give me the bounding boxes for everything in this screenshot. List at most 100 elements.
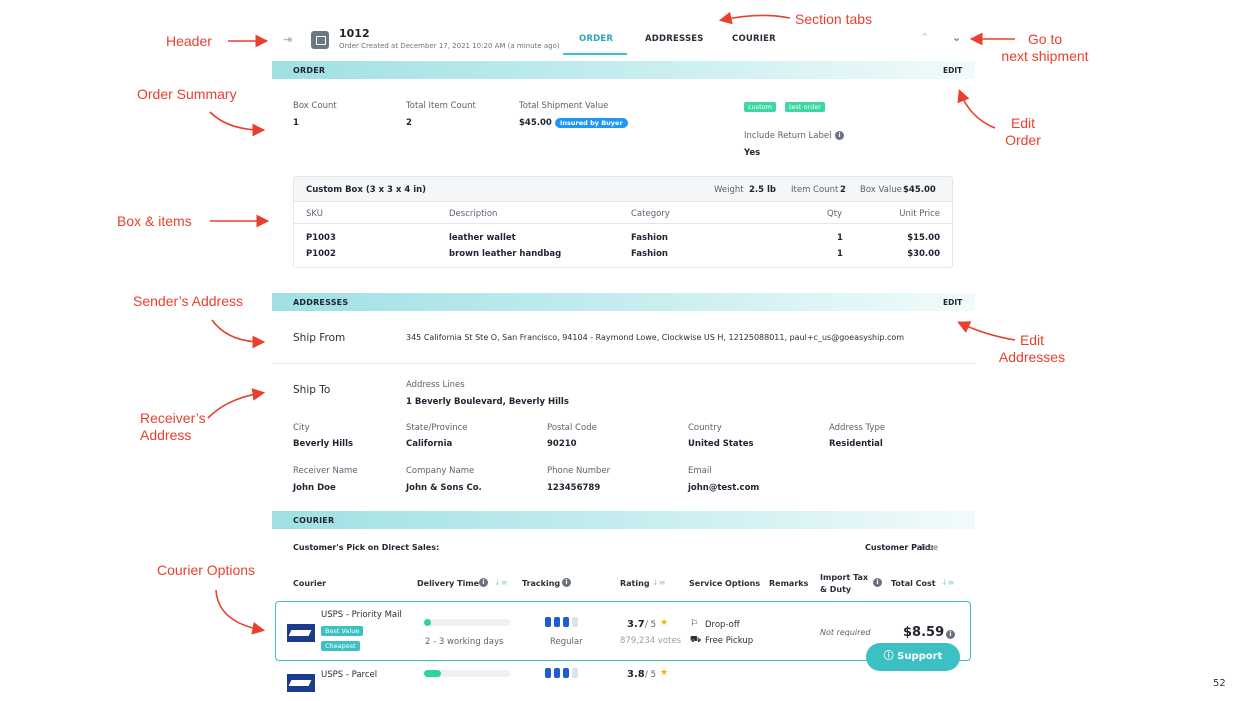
support-label: Support <box>897 651 943 662</box>
addresses-section-bar <box>272 293 975 311</box>
ship-from-address: 345 California St Ste O, San Francisco, … <box>406 333 905 342</box>
rating-max: / 5 <box>645 620 656 630</box>
order-tag: custom <box>744 102 776 112</box>
annotation-sender-address: Sender’s Address <box>133 293 243 309</box>
rating-value: 3.7 <box>627 619 645 630</box>
total-item-count-value: 2 <box>406 118 412 128</box>
tracking-segment <box>554 668 560 678</box>
customer-paid-value: Free <box>921 543 938 552</box>
box-count-label: Box Count <box>293 101 337 111</box>
column-category: Category <box>631 209 670 219</box>
customer-pick-label: Customer's Pick on Direct Sales: <box>293 543 440 552</box>
box-table-header <box>294 202 952 224</box>
column-unit-price: Unit Price <box>899 209 940 219</box>
tracking-segment <box>545 617 551 627</box>
column-service-options: Service Options <box>689 579 761 588</box>
delivery-time-bar <box>424 619 510 626</box>
chevron-down-icon[interactable]: ⌄ <box>952 31 961 44</box>
order-section-title: ORDER <box>293 66 326 75</box>
total-item-count-label: Total Item Count <box>406 101 476 111</box>
support-button[interactable]: ⓘ Support <box>866 643 960 671</box>
tab-order[interactable]: ORDER <box>579 34 613 44</box>
column-rating[interactable]: Rating <box>620 579 650 588</box>
state-label: State/Province <box>406 423 468 433</box>
courier-section-bar <box>272 511 975 529</box>
item-sku: P1003 <box>306 233 336 243</box>
country-value: United States <box>688 439 754 449</box>
info-icon[interactable]: i <box>873 578 882 587</box>
column-sku: SKU <box>306 209 323 219</box>
item-unit-price: $30.00 <box>907 249 940 259</box>
shipment-id: 1012 <box>339 27 370 40</box>
help-circle-icon: ⓘ <box>883 651 894 662</box>
service-drop-off: Drop-off <box>705 620 740 630</box>
tracking-segment <box>563 668 569 678</box>
item-category: Fashion <box>631 233 668 243</box>
address-type-value: Residential <box>829 439 883 449</box>
company-name-value: John & Sons Co. <box>406 483 482 493</box>
item-description: brown leather handbag <box>449 249 562 259</box>
receiver-name-label: Receiver Name <box>293 466 358 476</box>
delivery-time-bar-fill <box>424 619 431 626</box>
annotation-box-items: Box & items <box>117 213 192 229</box>
table-row: P1003 leather wallet Fashion 1 $15.00 <box>294 230 952 246</box>
sort-icon[interactable]: ↓≡ <box>941 578 954 587</box>
cheapest-tag: Cheapest <box>321 641 360 651</box>
delivery-time-text: 2 - 3 working days <box>425 637 504 647</box>
tracking-segment <box>572 668 578 678</box>
item-sku: P1002 <box>306 249 336 259</box>
sort-icon[interactable]: ↓≡ <box>494 578 507 587</box>
column-import-tax: Import Tax <box>820 573 869 582</box>
tracking-meter <box>545 668 585 678</box>
annotation-courier-options: Courier Options <box>157 562 256 578</box>
courier-name: USPS - Priority Mail <box>321 610 402 620</box>
return-label-label: Include Return Label <box>744 131 832 141</box>
courier-name: USPS - Parcel <box>321 670 378 680</box>
total-value: $45.00 <box>519 118 552 128</box>
return-label-value: Yes <box>744 148 761 158</box>
usps-logo <box>287 624 315 642</box>
annotation-section-tabs: Section tabs <box>795 11 873 27</box>
info-icon[interactable]: i <box>479 578 488 587</box>
column-description: Description <box>449 209 498 219</box>
addresses-section-title: ADDRESSES <box>293 298 349 307</box>
chevron-up-icon[interactable]: ⌃ <box>920 31 929 44</box>
info-icon[interactable]: i <box>835 131 844 140</box>
collapse-icon[interactable]: ⇥ <box>283 33 292 46</box>
item-description: leather wallet <box>449 233 516 243</box>
rating-value: 3.8 <box>627 669 645 680</box>
edit-addresses-button[interactable]: EDIT <box>943 298 962 307</box>
box-weight-label: Weight <box>714 185 744 195</box>
box-item-count-value: 2 <box>840 185 846 195</box>
star-icon: ★ <box>660 618 669 628</box>
rating-max: / 5 <box>645 670 656 680</box>
annotation-receiver-address: Receiver’s Address <box>140 410 206 443</box>
country-label: Country <box>688 423 722 433</box>
courier-section-title: COURIER <box>293 516 335 525</box>
sort-icon[interactable]: ↓≡ <box>652 578 665 587</box>
email-label: Email <box>688 466 712 476</box>
tracking-segment <box>572 617 578 627</box>
state-value: California <box>406 439 453 449</box>
rating-votes: 879,234 votes <box>620 636 682 646</box>
item-unit-price: $15.00 <box>907 233 940 243</box>
tracking-meter <box>545 617 585 627</box>
city-value: Beverly Hills <box>293 439 354 449</box>
phone-number-value: 123456789 <box>547 483 601 493</box>
box-value-label: Box Value <box>860 185 902 195</box>
star-icon: ★ <box>660 668 669 678</box>
receiver-name-value: John Doe <box>293 483 336 493</box>
edit-order-button[interactable]: EDIT <box>943 66 962 75</box>
postal-code-value: 90210 <box>547 439 577 449</box>
info-icon[interactable]: i <box>562 578 571 587</box>
column-delivery-time[interactable]: Delivery Time <box>417 579 479 588</box>
tab-addresses[interactable]: ADDRESSES <box>645 34 704 44</box>
box-value: $45.00 <box>903 185 936 195</box>
info-icon[interactable]: i <box>946 630 955 639</box>
column-tracking: Tracking <box>522 579 561 588</box>
column-total-cost[interactable]: Total Cost <box>891 579 936 588</box>
column-courier: Courier <box>293 579 327 588</box>
company-name-label: Company Name <box>406 466 475 476</box>
tracking-text: Regular <box>550 637 583 647</box>
tab-courier[interactable]: COURIER <box>732 34 776 44</box>
